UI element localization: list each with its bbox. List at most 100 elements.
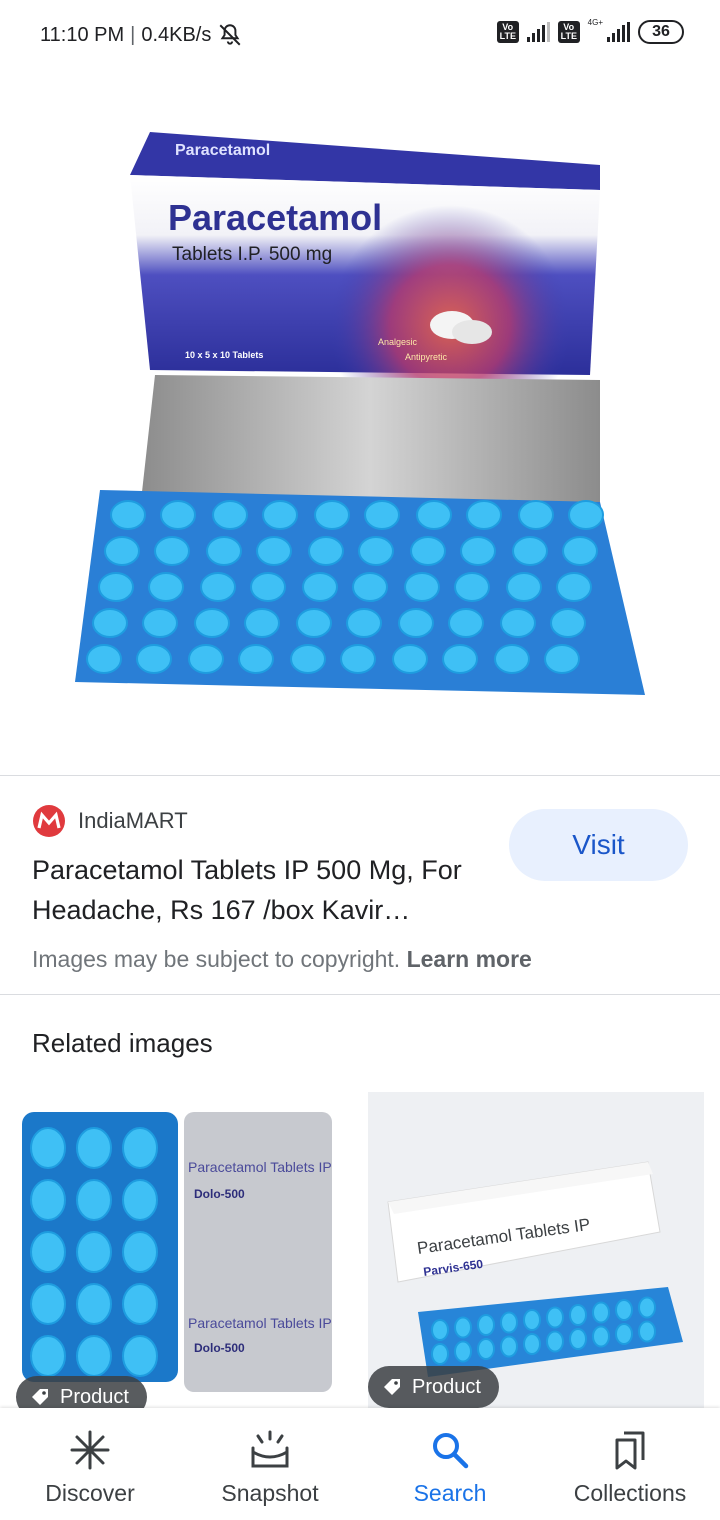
pill	[296, 608, 332, 638]
volte-badge-2: Vo LTE	[557, 21, 580, 43]
pill	[638, 1320, 656, 1343]
divider-top	[0, 775, 720, 776]
learn-more-link[interactable]: Learn more	[407, 946, 532, 972]
signal-bars-1-icon	[526, 22, 550, 42]
pill	[442, 644, 478, 674]
pill	[364, 500, 400, 530]
box-top-brand: Paracetamol	[175, 142, 270, 159]
product-chip: Product	[16, 1376, 147, 1410]
pill	[546, 1306, 564, 1329]
pill	[76, 1335, 112, 1377]
status-time: 11:10 PM	[40, 23, 125, 46]
search-icon	[433, 1433, 469, 1469]
pill	[122, 1127, 158, 1169]
pill	[512, 536, 548, 566]
nav-label-snapshot: Snapshot	[221, 1480, 319, 1506]
pill	[592, 1301, 610, 1324]
related-image-card[interactable]: Paracetamol Tablets IP Parvis-650 Produc…	[368, 1092, 704, 1412]
box-claim2: Antipyretic	[405, 352, 448, 362]
nav-search[interactable]: Search	[360, 1408, 540, 1520]
pill	[154, 536, 190, 566]
pill	[454, 1340, 472, 1363]
box-pack: 10 x 5 x 10 Tablets	[185, 350, 263, 360]
asterisk-icon	[70, 1430, 110, 1470]
pill	[454, 1316, 472, 1339]
pill	[500, 608, 536, 638]
pill	[136, 644, 172, 674]
status-separator: |	[130, 23, 136, 46]
pill	[244, 608, 280, 638]
pill	[30, 1335, 66, 1377]
copyright-notice: Images may be subject to copyright. Lear…	[32, 946, 532, 973]
pill	[200, 572, 236, 602]
pill	[431, 1319, 449, 1341]
status-right: Vo LTE Vo LTE 4G+ 36	[496, 17, 684, 44]
main-image[interactable]: Paracetamol Paracetamol Tablets I.P. 500…	[0, 70, 720, 775]
pill	[76, 1127, 112, 1169]
box-strength: Tablets I.P. 500 mg	[172, 244, 332, 265]
nav-discover[interactable]: Discover	[0, 1408, 180, 1520]
pill	[30, 1231, 66, 1273]
pill	[460, 536, 496, 566]
pill	[76, 1231, 112, 1273]
visit-button[interactable]: Visit	[509, 809, 688, 881]
pill	[346, 608, 382, 638]
network-type: 4G+	[587, 17, 603, 27]
pill	[250, 572, 286, 602]
pill	[340, 644, 376, 674]
pill	[122, 1283, 158, 1325]
parvis-650-image: Paracetamol Tablets IP Parvis-650	[368, 1092, 704, 1408]
product-chip-label: Product	[60, 1385, 129, 1408]
card1-text2: Dolo-500	[194, 1187, 245, 1201]
pill	[160, 500, 196, 530]
battery-indicator: 36	[638, 20, 684, 44]
snapshot-icon	[251, 1430, 289, 1468]
pill	[506, 572, 542, 602]
pill	[238, 644, 274, 674]
pill	[122, 1335, 158, 1377]
pill	[110, 500, 146, 530]
pill	[212, 500, 248, 530]
pill	[550, 608, 586, 638]
pill	[562, 536, 598, 566]
pill	[556, 572, 592, 602]
pill	[142, 608, 178, 638]
mute-icon	[219, 24, 241, 46]
pill	[454, 572, 490, 602]
nav-label-collections: Collections	[573, 1480, 687, 1506]
pill	[256, 536, 292, 566]
pill	[518, 500, 554, 530]
related-images-heading: Related images	[32, 1028, 213, 1058]
product-chip: Product	[368, 1366, 499, 1408]
copyright-text: Images may be subject to copyright.	[32, 946, 401, 972]
result-title[interactable]: Paracetamol Tablets IP 500 Mg, For Heada…	[32, 850, 502, 930]
pill	[477, 1338, 495, 1360]
bottom-navigation: Discover Snapshot Search Collections	[0, 1408, 720, 1520]
pill	[30, 1127, 66, 1169]
pill	[358, 536, 394, 566]
pill	[148, 572, 184, 602]
pill	[568, 500, 604, 530]
pill	[302, 572, 338, 602]
pill	[416, 500, 452, 530]
pill	[206, 536, 242, 566]
status-speed: 0.4KB/s	[141, 23, 212, 46]
pill	[592, 1325, 610, 1348]
site-name: IndiaMART	[78, 808, 188, 833]
pill	[194, 608, 230, 638]
nav-snapshot[interactable]: Snapshot	[180, 1408, 360, 1520]
source-row[interactable]: IndiaMART	[32, 804, 188, 838]
pill	[569, 1328, 587, 1350]
pill	[30, 1179, 66, 1221]
pill	[352, 572, 388, 602]
pill	[188, 644, 224, 674]
card1-text2b: Dolo-500	[194, 1341, 245, 1355]
pill	[569, 1304, 587, 1326]
nav-label-search: Search	[413, 1480, 487, 1506]
related-pills-1	[30, 1127, 158, 1377]
nav-collections[interactable]: Collections	[540, 1408, 720, 1520]
status-bar: 11:10 PM | 0.4KB/s Vo LTE Vo LTE 4G+ 36	[0, 0, 720, 70]
pill	[448, 608, 484, 638]
related-image-card[interactable]: Paracetamol Tablets IP Dolo-500 Paraceta…	[16, 1090, 352, 1410]
box-claim1: Analgesic	[378, 337, 418, 347]
